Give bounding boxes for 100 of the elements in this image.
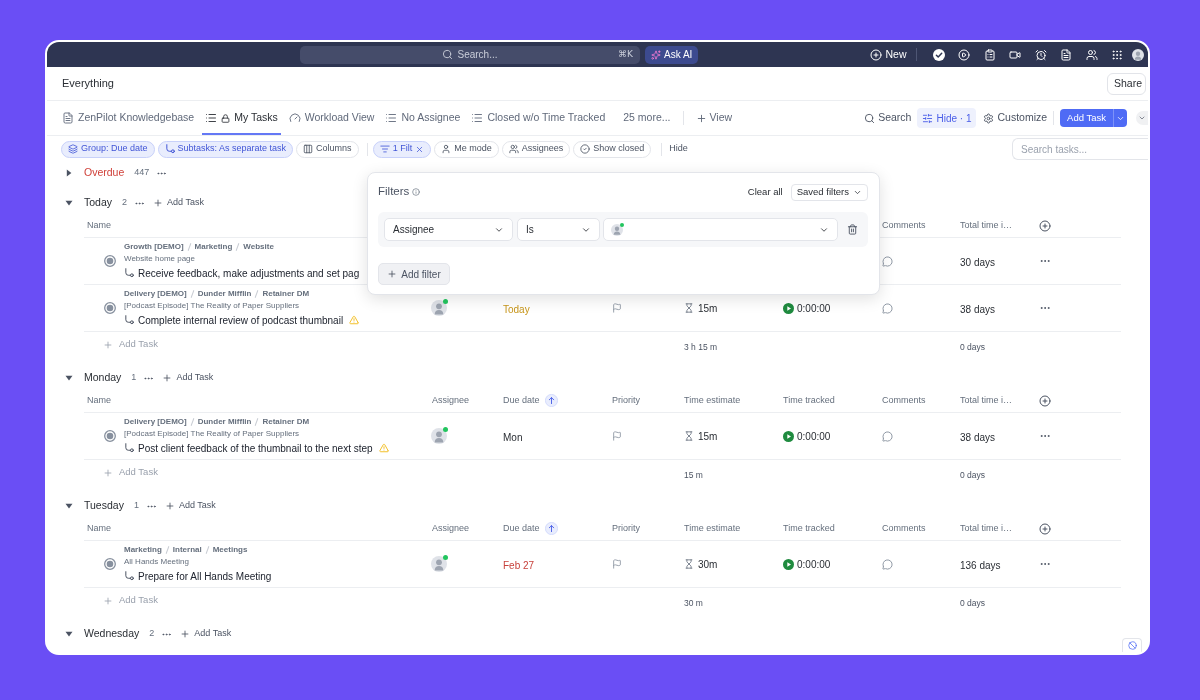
task-search-field[interactable]: Search tasks... [1012,138,1148,160]
operator-select[interactable]: Is [517,218,600,241]
column-header[interactable]: Priority [612,521,640,536]
view-tab[interactable]: My Tasks [202,101,281,135]
add-column-icon[interactable] [1039,522,1051,535]
column-header[interactable]: Comments [882,218,926,233]
breadcrumb-link[interactable]: Meetings [212,544,248,556]
caret-down-icon[interactable] [65,630,73,638]
filter-chip[interactable]: Group: Due date [61,140,155,158]
status-circle-icon[interactable] [104,255,116,267]
group-title[interactable]: Monday [84,370,122,386]
breadcrumb-link[interactable]: Dunder Mifflin [197,288,252,300]
add-column-icon[interactable] [1039,394,1051,407]
field-select[interactable]: Assignee [384,218,513,241]
breadcrumb-link[interactable]: Growth [DEMO] [124,241,184,253]
add-task-button[interactable]: Add Task [153,196,204,210]
share-button[interactable]: Share [1106,72,1146,95]
close-icon[interactable] [415,144,425,154]
sort-ascending-icon[interactable] [544,522,558,535]
column-header[interactable]: Due date [503,521,540,536]
play-icon[interactable] [783,302,794,314]
column-header[interactable]: Name [87,393,111,408]
column-header[interactable]: Comments [882,393,926,408]
clear-all-button[interactable]: Clear all [747,184,783,200]
column-header[interactable]: Time estimate [684,521,741,536]
comment-icon[interactable] [882,558,893,570]
task-title[interactable]: Receive feedback, make adjustments and set pag [138,265,360,281]
group-title[interactable]: Tuesday [84,498,124,514]
comment-icon[interactable] [882,430,893,442]
column-header[interactable]: Priority [612,393,640,408]
column-header[interactable]: Total time i… [960,521,1012,536]
task-title[interactable]: Prepare for All Hands Meeting [138,568,272,584]
check-circle-icon[interactable] [932,48,945,61]
filter-chip[interactable]: Assignees [501,140,571,158]
parent-task-link[interactable]: [Podcast Episode] The Reality of Paper Suppliers [124,428,389,439]
column-header[interactable]: Time tracked [783,393,835,408]
search-field[interactable]: Search... ⌘K [300,45,640,64]
breadcrumb-link[interactable]: Retainer DM [262,416,310,428]
due-date[interactable]: Feb 27 [503,560,535,571]
parent-task-link[interactable]: [Podcast Episode] The Reality of Paper Suppliers [124,300,360,311]
floating-button[interactable] [1122,638,1142,652]
caret-down-icon[interactable] [65,374,73,382]
hide-button[interactable]: Hide [669,142,688,156]
breadcrumb-link[interactable]: Delivery [DEMO] [124,416,187,428]
parent-task-link[interactable]: All Hands Meeting [124,556,272,567]
time-estimate[interactable]: 30m [698,556,718,572]
saved-filters-dropdown[interactable]: Saved filters [790,183,868,201]
view-tab[interactable]: Closed w/o Time Tracked [468,101,609,135]
customize-button[interactable]: Customize [983,110,1048,126]
breadcrumb-link[interactable]: Dunder Mifflin [197,416,252,428]
column-header[interactable]: Assignee [432,393,470,408]
due-date[interactable]: Mon [503,432,523,443]
time-estimate[interactable]: 15m [698,428,718,444]
grid-icon[interactable] [1111,48,1123,61]
add-task-button[interactable]: Add Task [180,627,232,641]
play-icon[interactable] [783,558,794,570]
comment-icon[interactable] [882,302,893,314]
hide-columns-button[interactable]: Hide · 1 [917,108,977,128]
status-circle-icon[interactable] [104,558,116,570]
breadcrumb-link[interactable]: Internal [172,544,202,556]
filter-chip[interactable]: Me mode [434,140,499,158]
due-date[interactable]: Today [503,304,530,315]
column-header[interactable]: Name [87,521,111,536]
breadcrumb-link[interactable]: Marketing [124,544,162,556]
task-title[interactable]: Complete internal review of podcast thumbnail [138,312,344,328]
time-estimate[interactable]: 15m [698,300,718,316]
task-title[interactable]: Post client feedback of the thumbnail to the next step [138,440,373,456]
column-header[interactable]: Due date [503,393,540,408]
add-filter-button[interactable]: Add filter [378,263,450,285]
caret-down-icon[interactable] [65,199,73,207]
add-task-button[interactable]: Add Task [164,499,216,513]
more-views-button[interactable]: 25 more... [623,101,671,135]
group-title[interactable]: Today [84,195,113,211]
view-tab[interactable]: No Assignee [382,101,464,135]
caret-down-icon[interactable] [65,502,73,510]
filter-chip[interactable]: Columns [296,140,359,158]
parent-task-link[interactable]: Website home page [124,253,360,264]
column-header[interactable]: Total time i… [960,218,1012,233]
filter-chip[interactable]: 1 Filt [372,140,432,158]
view-tab[interactable]: ZenPilot Knowledgebase [59,101,198,135]
column-header[interactable]: Total time i… [960,393,1012,408]
caret-right-icon[interactable] [65,169,73,177]
new-button[interactable]: New [870,46,907,63]
add-column-icon[interactable] [1039,219,1051,232]
breadcrumb-link[interactable]: Delivery [DEMO] [124,288,187,300]
add-view-button[interactable]: View [695,101,733,135]
play-circle-icon[interactable] [958,48,970,61]
column-header[interactable]: Time estimate [684,393,741,408]
play-icon[interactable] [783,430,794,442]
collapse-button[interactable] [1136,111,1148,125]
group-title[interactable]: Overdue [84,165,125,181]
ask-ai-button[interactable]: Ask AI [645,45,699,64]
group-title[interactable]: Wednesday [84,626,140,642]
breadcrumb-link[interactable]: Website [243,241,274,253]
add-task-button[interactable]: Add Task [1060,109,1113,127]
clipboard-icon[interactable] [983,48,996,61]
search-button[interactable]: Search [864,110,912,126]
column-header[interactable]: Name [87,218,111,233]
sort-ascending-icon[interactable] [544,394,558,407]
filter-chip[interactable]: Show closed [573,140,652,158]
